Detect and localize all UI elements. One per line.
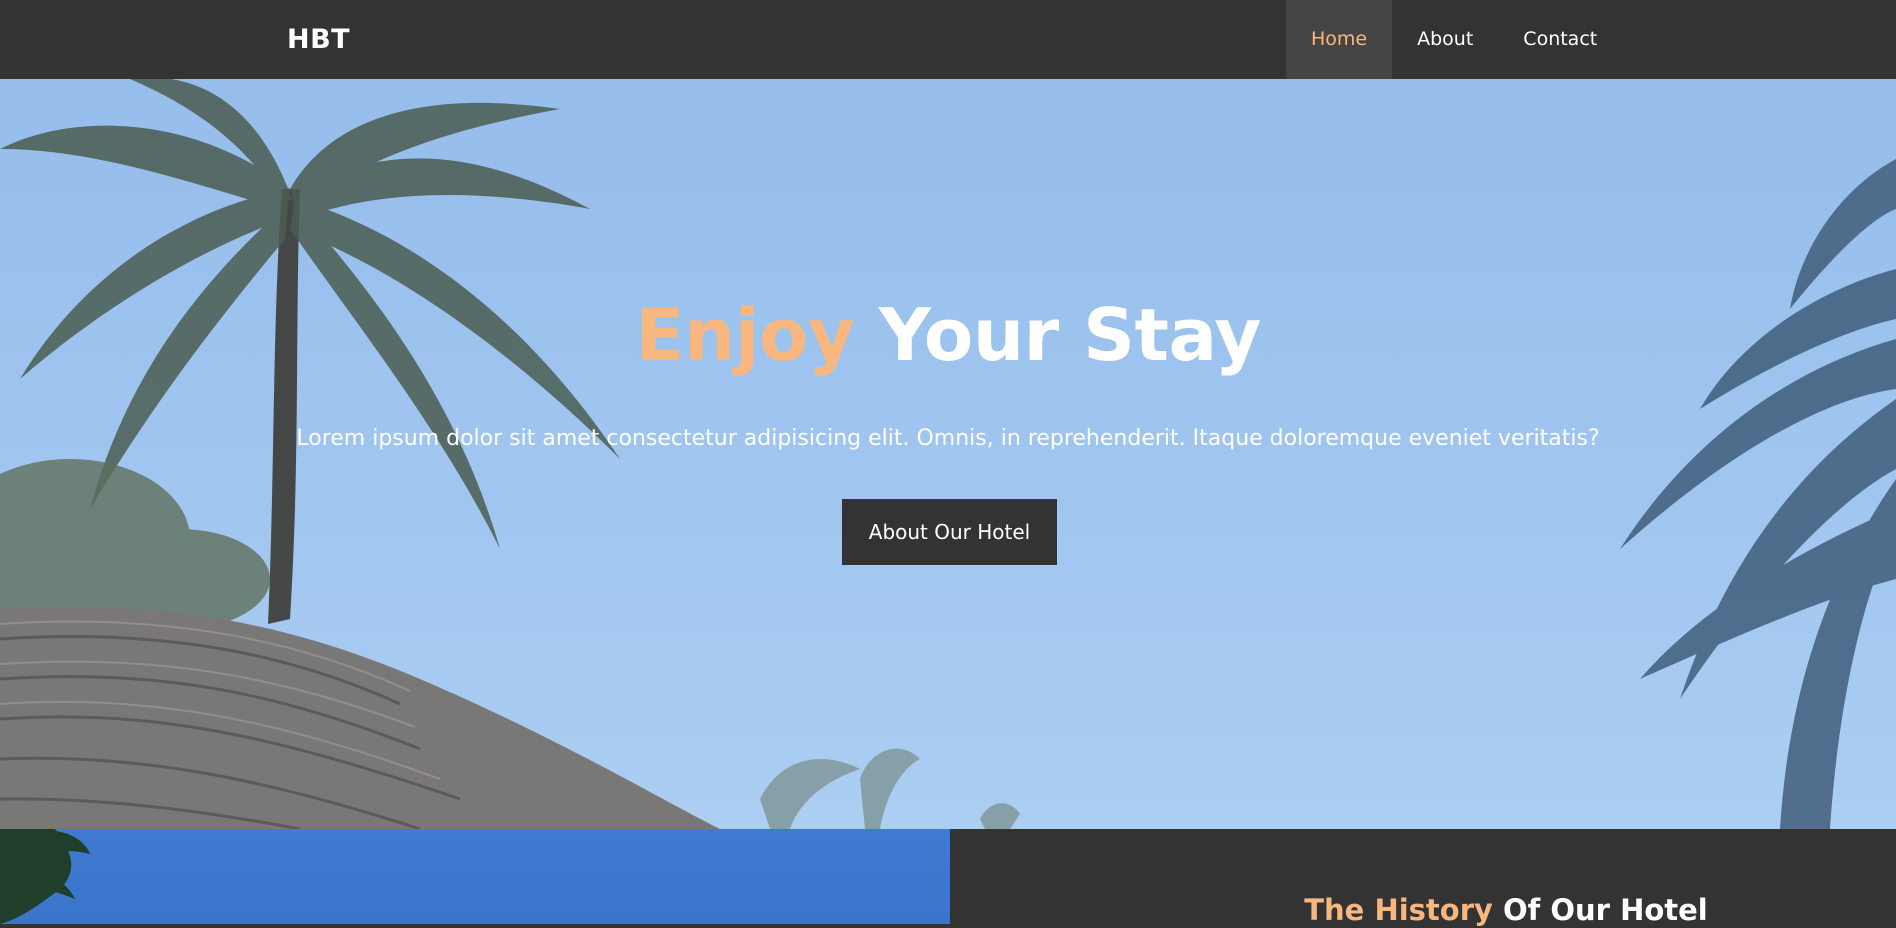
hero-description: Lorem ipsum dolor sit amet consectetur a… [296,426,1600,451]
hero-overlay [0,79,1896,829]
history-title-accent: The History [1304,893,1493,927]
nav-link-contact[interactable]: Contact [1498,0,1622,79]
hero-title: Enjoy Your Stay [0,293,1896,377]
history-title-rest: Of Our Hotel [1492,893,1708,927]
about-hotel-button[interactable]: About Our Hotel [842,499,1057,565]
nav-link-home[interactable]: Home [1286,0,1393,79]
brand-logo[interactable]: HBT [287,0,350,79]
hero-section: Enjoy Your Stay Lorem ipsum dolor sit am… [0,79,1896,829]
hero-title-accent: Enjoy [635,293,855,377]
hero-title-rest: Your Stay [854,293,1261,377]
history-image [0,829,950,924]
navbar: HBT Home About Contact [0,0,1896,79]
history-image-foliage [0,829,90,924]
history-section: The History Of Our Hotel [950,829,1896,927]
history-title: The History Of Our Hotel [950,892,1896,928]
nav-link-about[interactable]: About [1392,0,1498,79]
nav-links: Home About Contact [1286,0,1622,79]
